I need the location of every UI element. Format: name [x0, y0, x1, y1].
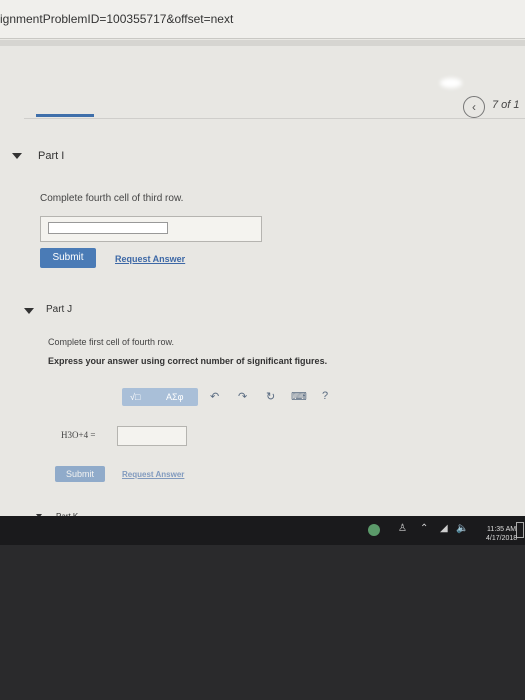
previous-button[interactable]: ‹ [463, 96, 485, 118]
greek-symbols-button[interactable]: ΑΣφ [166, 392, 183, 402]
undo-icon[interactable]: ↶ [210, 390, 219, 403]
progress-indicator [36, 114, 94, 117]
screen-glare [440, 78, 462, 88]
browser-screen: ignmentProblemID=100355717&offset=next ‹… [0, 0, 525, 545]
url-text[interactable]: ignmentProblemID=100355717&offset=next [0, 12, 233, 26]
taskbar: ♙ ⌃ ◢ 🔈 [0, 516, 525, 545]
wifi-icon[interactable]: ◢ [440, 523, 448, 534]
part-i-submit-button[interactable]: Submit [40, 248, 96, 268]
part-i-collapse-icon[interactable] [12, 153, 22, 159]
part-j-prompt: Complete first cell of fourth row. [48, 337, 175, 347]
templates-button[interactable]: √□ [130, 392, 140, 402]
part-j-answer-field[interactable] [117, 426, 187, 446]
part-i-answer-input[interactable] [48, 222, 168, 234]
part-i-request-answer-link[interactable]: Request Answer [115, 254, 185, 264]
chevron-up-icon[interactable]: ⌃ [420, 523, 428, 534]
reset-icon[interactable]: ↻ [266, 390, 275, 403]
show-desktop-icon[interactable] [516, 522, 524, 538]
pager-label: 7 of 1 [492, 99, 520, 111]
divider [24, 118, 525, 119]
address-bar[interactable]: ignmentProblemID=100355717&offset=next [0, 0, 525, 39]
redo-icon[interactable]: ↷ [238, 390, 247, 403]
part-j-title[interactable]: Part J [46, 304, 72, 315]
part-j-submit-button[interactable]: Submit [55, 466, 105, 482]
clock-date: 4/17/2018 [486, 535, 518, 542]
formula-label: H3O+4 = [61, 430, 96, 440]
help-button[interactable]: ? [322, 390, 328, 402]
part-j-instructions: Express your answer using correct number… [48, 356, 328, 366]
keyboard-icon[interactable]: ⌨ [291, 390, 307, 403]
part-i-prompt: Complete fourth cell of third row. [40, 193, 184, 204]
part-j-collapse-icon[interactable] [24, 308, 34, 314]
chevron-left-icon: ‹ [472, 100, 476, 114]
page-content: ‹ 7 of 1 Part I Complete fourth cell of … [0, 46, 525, 521]
app-icon[interactable] [368, 524, 380, 536]
clock[interactable]: 11:35 AM 4/17/2018 [486, 525, 517, 543]
part-j-request-answer-link[interactable]: Request Answer [122, 470, 184, 479]
part-i-title[interactable]: Part I [38, 150, 64, 162]
volume-icon[interactable]: 🔈 [456, 523, 468, 534]
clock-time: 11:35 AM [487, 526, 517, 533]
people-icon[interactable]: ♙ [398, 523, 407, 534]
